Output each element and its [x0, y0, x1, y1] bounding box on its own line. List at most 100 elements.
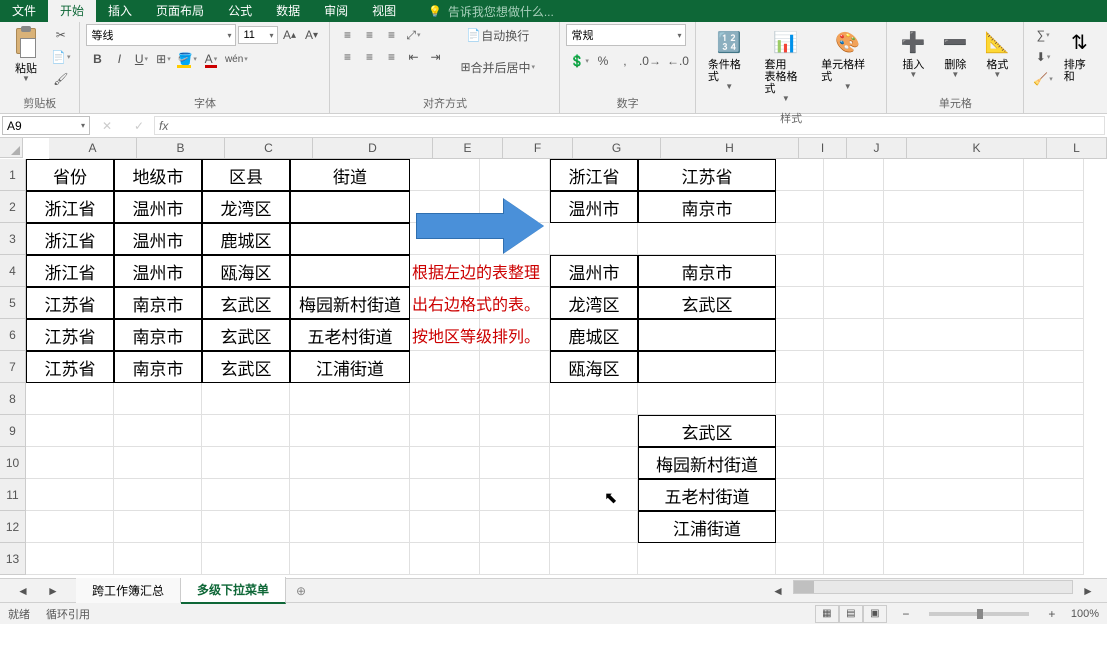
cell-F8[interactable]	[480, 383, 550, 415]
tab-data[interactable]: 数据	[264, 0, 312, 22]
col-header-I[interactable]: I	[799, 138, 847, 158]
orientation-button[interactable]: ⤢▾	[402, 24, 424, 46]
conditional-format-button[interactable]: 🔢条件格式▼	[702, 24, 757, 96]
cell-G3[interactable]	[550, 223, 638, 255]
clear-button[interactable]: 🧹▾	[1030, 68, 1055, 90]
cell-J13[interactable]	[824, 543, 884, 575]
cell-K9[interactable]	[884, 415, 1024, 447]
cell-H1[interactable]: 江苏省	[638, 159, 776, 191]
cell-L8[interactable]	[1024, 383, 1084, 415]
cell-I1[interactable]	[776, 159, 824, 191]
cell-K8[interactable]	[884, 383, 1024, 415]
cell-B10[interactable]	[114, 447, 202, 479]
cell-E1[interactable]	[410, 159, 480, 191]
row-header-7[interactable]: 7	[0, 351, 25, 383]
cell-H3[interactable]	[638, 223, 776, 255]
cell-D9[interactable]	[290, 415, 410, 447]
font-size-combo[interactable]: 11▾	[238, 26, 278, 44]
cell-A13[interactable]	[26, 543, 114, 575]
cell-I9[interactable]	[776, 415, 824, 447]
row-header-9[interactable]: 9	[0, 415, 25, 447]
cell-G1[interactable]: 浙江省	[550, 159, 638, 191]
zoom-in-button[interactable]: +	[1041, 603, 1063, 625]
underline-button[interactable]: U▾	[130, 48, 152, 70]
sheet-tab-2[interactable]: 多级下拉菜单	[181, 577, 286, 604]
format-cells-button[interactable]: 📐格式▼	[977, 24, 1017, 84]
col-header-A[interactable]: A	[49, 138, 137, 158]
cell-K3[interactable]	[884, 223, 1024, 255]
cell-K1[interactable]	[884, 159, 1024, 191]
cell-C10[interactable]	[202, 447, 290, 479]
cell-L5[interactable]	[1024, 287, 1084, 319]
cell-D3[interactable]	[290, 223, 410, 255]
cell-J11[interactable]	[824, 479, 884, 511]
cell-G2[interactable]: 温州市	[550, 191, 638, 223]
cell-C4[interactable]: 瓯海区	[202, 255, 290, 287]
cell-B13[interactable]	[114, 543, 202, 575]
tab-insert[interactable]: 插入	[96, 0, 144, 22]
cell-J12[interactable]	[824, 511, 884, 543]
tab-home[interactable]: 开始	[48, 0, 96, 22]
cell-I6[interactable]	[776, 319, 824, 351]
cell-B5[interactable]: 南京市	[114, 287, 202, 319]
cell-B3[interactable]: 温州市	[114, 223, 202, 255]
cell-J3[interactable]	[824, 223, 884, 255]
cell-A8[interactable]	[26, 383, 114, 415]
cell-A5[interactable]: 江苏省	[26, 287, 114, 319]
accounting-button[interactable]: 💲▾	[566, 50, 591, 72]
formula-input[interactable]: fx	[154, 116, 1105, 135]
col-header-G[interactable]: G	[573, 138, 661, 158]
cell-H10[interactable]: 梅园新村街道	[638, 447, 776, 479]
cell-L10[interactable]	[1024, 447, 1084, 479]
shrink-font-button[interactable]: A▾	[300, 24, 322, 46]
cell-I3[interactable]	[776, 223, 824, 255]
cell-A1[interactable]: 省份	[26, 159, 114, 191]
cell-C11[interactable]	[202, 479, 290, 511]
cell-I10[interactable]	[776, 447, 824, 479]
zoom-out-button[interactable]: −	[895, 603, 917, 625]
cell-I11[interactable]	[776, 479, 824, 511]
cell-E7[interactable]	[410, 351, 480, 383]
cell-E10[interactable]	[410, 447, 480, 479]
cell-H13[interactable]	[638, 543, 776, 575]
merge-center-button[interactable]: ⊞ 合并后居中 ▾	[454, 56, 541, 78]
indent-decrease-button[interactable]: ⇤	[402, 46, 424, 68]
cell-C1[interactable]: 区县	[202, 159, 290, 191]
cell-A7[interactable]: 江苏省	[26, 351, 114, 383]
sort-filter-button[interactable]: ⇅排序和	[1058, 24, 1101, 87]
number-format-combo[interactable]: 常规▾	[566, 24, 686, 46]
cell-K13[interactable]	[884, 543, 1024, 575]
row-header-5[interactable]: 5	[0, 287, 25, 319]
cell-L9[interactable]	[1024, 415, 1084, 447]
cell-A10[interactable]	[26, 447, 114, 479]
align-middle-button[interactable]: ≡	[358, 24, 380, 46]
cell-A2[interactable]: 浙江省	[26, 191, 114, 223]
cell-J8[interactable]	[824, 383, 884, 415]
cell-J10[interactable]	[824, 447, 884, 479]
tell-me-search[interactable]: 💡 告诉我您想做什么...	[428, 3, 554, 20]
cell-L11[interactable]	[1024, 479, 1084, 511]
cell-G5[interactable]: 龙湾区	[550, 287, 638, 319]
cell-A9[interactable]	[26, 415, 114, 447]
cell-L12[interactable]	[1024, 511, 1084, 543]
cell-L7[interactable]	[1024, 351, 1084, 383]
cell-C12[interactable]	[202, 511, 290, 543]
cell-G12[interactable]	[550, 511, 638, 543]
cell-D8[interactable]	[290, 383, 410, 415]
cell-H9[interactable]: 玄武区	[638, 415, 776, 447]
col-header-H[interactable]: H	[661, 138, 799, 158]
align-top-button[interactable]: ≡	[336, 24, 358, 46]
cell-A6[interactable]: 江苏省	[26, 319, 114, 351]
cell-B12[interactable]	[114, 511, 202, 543]
row-header-4[interactable]: 4	[0, 255, 25, 287]
col-header-K[interactable]: K	[907, 138, 1047, 158]
cell-D7[interactable]: 江浦街道	[290, 351, 410, 383]
phonetic-button[interactable]: wén▾	[222, 48, 251, 70]
cells-area[interactable]: 省份地级市区县街道浙江省江苏省浙江省温州市龙湾区温州市南京市浙江省温州市鹿城区浙…	[26, 159, 1107, 575]
new-sheet-button[interactable]: ⊕	[286, 580, 316, 602]
percent-button[interactable]: %	[592, 50, 614, 72]
cell-B11[interactable]	[114, 479, 202, 511]
insert-cells-button[interactable]: ➕插入▼	[893, 24, 933, 84]
cell-F10[interactable]	[480, 447, 550, 479]
sheet-tab-1[interactable]: 跨工作簿汇总	[76, 578, 181, 603]
